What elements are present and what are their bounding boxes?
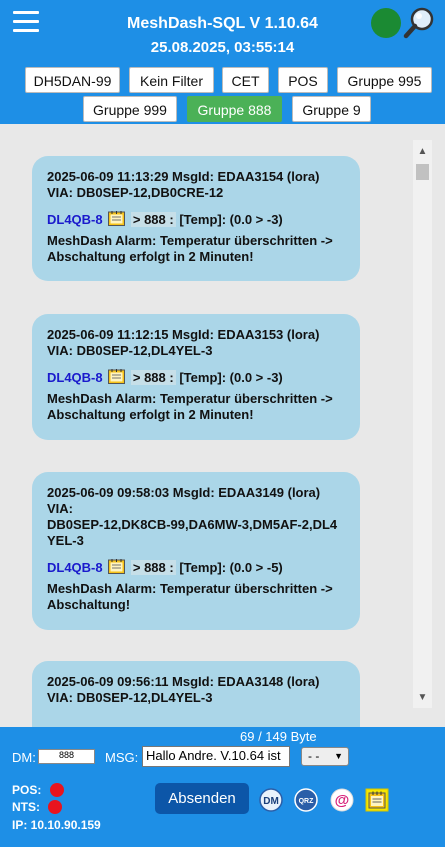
message-group: > 888 :: [130, 560, 176, 575]
connection-status-icon: [371, 8, 401, 38]
scroll-down-arrow-icon[interactable]: ▼: [413, 690, 432, 706]
message-body: DL4QB-8 > 888 : [Temp]: (0.0 > -5): [47, 559, 346, 576]
qrz-icon[interactable]: QRZ: [294, 788, 318, 812]
message-text: [Temp]: (0.0 > -3): [179, 370, 283, 385]
message-sender[interactable]: DL4QB-8: [47, 370, 103, 385]
msg-label: MSG:: [105, 750, 139, 765]
message-route: VIA:: [47, 501, 73, 516]
filter-kein-filter[interactable]: Kein Filter: [129, 67, 214, 93]
message-meta: 2025-06-09 09:56:11 MsgId: EDAA3148 (lor…: [47, 674, 320, 689]
dm-icon[interactable]: DM: [259, 788, 283, 812]
at-icon-text: @: [335, 792, 350, 809]
composer-panel: 69 / 149 Byte DM: 888 MSG: Hallo Andre. …: [0, 727, 445, 847]
message-bubble: 2025-06-09 11:12:15 MsgId: EDAA3153 (lor…: [32, 314, 360, 440]
select-value: - -: [308, 749, 320, 763]
byte-counter: 69 / 149 Byte: [240, 729, 317, 744]
filter-dh5dan-99[interactable]: DH5DAN-99: [25, 67, 120, 93]
notepad-icon[interactable]: [108, 559, 126, 574]
filter-pos[interactable]: POS: [278, 67, 328, 93]
search-icon[interactable]: [402, 6, 436, 40]
message-bubble: 2025-06-09 11:13:29 MsgId: EDAA3154 (lor…: [32, 156, 360, 281]
app-header: MeshDash-SQL V 1.10.64 25.08.2025, 03:55…: [0, 0, 445, 124]
message-route: DB0SEP-12,DK8CB-99,DA6MW-3,DM5AF-2,DL4: [47, 517, 338, 532]
scrollbar[interactable]: ▲ ▼: [413, 140, 432, 708]
message-route: VIA: DB0SEP-12,DL4YEL-3: [47, 690, 213, 705]
dm-label: DM:: [12, 750, 36, 765]
message-sender[interactable]: DL4QB-8: [47, 212, 103, 227]
alarm-line: MeshDash Alarm: Temperatur überschritten…: [47, 391, 333, 406]
message-input[interactable]: Hallo Andre. V.10.64 ist: [142, 746, 290, 767]
notepad-icon[interactable]: [365, 788, 389, 812]
alarm-line: Abschaltung!: [47, 597, 131, 612]
filter-gruppe-999[interactable]: Gruppe 999: [83, 96, 177, 122]
message-text: [Temp]: (0.0 > -5): [179, 560, 283, 575]
message-route: VIA: DB0SEP-12,DB0CRE-12: [47, 185, 224, 200]
send-button[interactable]: Absenden: [155, 783, 249, 814]
message-text: [Temp]: (0.0 > -3): [179, 212, 283, 227]
alarm-text: MeshDash Alarm: Temperatur überschritten…: [47, 581, 346, 613]
message-route: VIA: DB0SEP-12,DL4YEL-3: [47, 343, 213, 358]
filter-gruppe-888[interactable]: Gruppe 888: [187, 96, 282, 122]
alarm-text: MeshDash Alarm: Temperatur überschritten…: [47, 391, 346, 423]
qrz-icon-text: QRZ: [299, 798, 315, 805]
scroll-up-arrow-icon[interactable]: ▲: [413, 144, 432, 160]
message-meta: 2025-06-09 11:13:29 MsgId: EDAA3154 (lor…: [47, 169, 320, 184]
alarm-line: Abschaltung erfolgt in 2 Minuten!: [47, 249, 254, 264]
message-group: > 888 :: [130, 370, 176, 385]
message-group: > 888 :: [130, 212, 176, 227]
message-meta: 2025-06-09 09:58:03 MsgId: EDAA3149 (lor…: [47, 485, 321, 500]
pos-status-indicator: [50, 783, 64, 797]
dm-icon-text: DM: [263, 796, 279, 807]
filter-gruppe-995[interactable]: Gruppe 995: [337, 67, 432, 93]
pos-label: POS:: [12, 783, 42, 797]
dm-input[interactable]: 888: [38, 749, 95, 764]
message-list[interactable]: 2025-06-09 11:13:29 MsgId: EDAA3154 (lor…: [0, 124, 445, 727]
notepad-icon[interactable]: [108, 369, 126, 384]
ip-address: IP: 10.10.90.159: [12, 818, 101, 832]
alarm-line: Abschaltung erfolgt in 2 Minuten!: [47, 407, 254, 422]
current-datetime: 25.08.2025, 03:55:14: [150, 39, 295, 56]
message-sender[interactable]: DL4QB-8: [47, 560, 103, 575]
alarm-line: MeshDash Alarm: Temperatur überschritten…: [47, 581, 333, 596]
message-template-select[interactable]: - - ▼: [301, 747, 349, 766]
message-route: YEL-3: [47, 533, 84, 548]
filter-gruppe-9[interactable]: Gruppe 9: [292, 96, 371, 122]
message-body: DL4QB-8 > 888 : [Temp]: (0.0 > -3): [47, 369, 346, 386]
alarm-line: MeshDash Alarm: Temperatur überschritten…: [47, 233, 333, 248]
nts-label: NTS:: [12, 800, 40, 814]
message-bubble: 2025-06-09 09:58:03 MsgId: EDAA3149 (lor…: [32, 472, 360, 630]
nts-status-indicator: [48, 800, 62, 814]
chevron-down-icon: ▼: [334, 751, 343, 761]
alarm-text: MeshDash Alarm: Temperatur überschritten…: [47, 233, 346, 265]
message-meta: 2025-06-09 11:12:15 MsgId: EDAA3153 (lor…: [47, 327, 320, 342]
at-email-icon[interactable]: @: [330, 788, 354, 812]
scrollbar-thumb[interactable]: [416, 164, 429, 180]
notepad-icon[interactable]: [108, 211, 126, 226]
message-body: DL4QB-8 > 888 : [Temp]: (0.0 > -3): [47, 211, 346, 228]
message-bubble: 2025-06-09 09:56:11 MsgId: EDAA3148 (lor…: [32, 661, 360, 727]
filter-cet[interactable]: CET: [222, 67, 269, 93]
